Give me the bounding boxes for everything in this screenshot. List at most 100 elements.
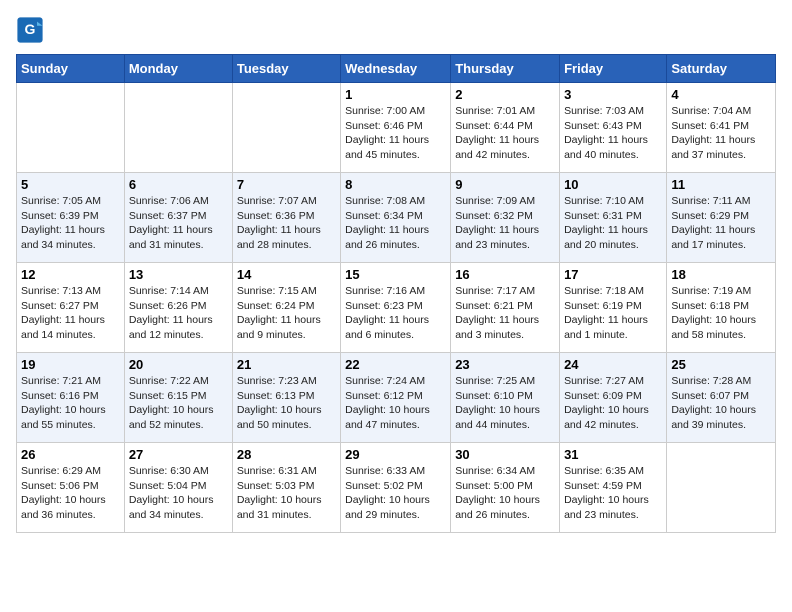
day-info: Sunrise: 7:03 AM Sunset: 6:43 PM Dayligh… xyxy=(564,104,662,163)
day-number: 30 xyxy=(455,447,555,462)
weekday-header-tuesday: Tuesday xyxy=(232,55,340,83)
week-row-2: 5Sunrise: 7:05 AM Sunset: 6:39 PM Daylig… xyxy=(17,173,776,263)
day-number: 3 xyxy=(564,87,662,102)
calendar-cell: 5Sunrise: 7:05 AM Sunset: 6:39 PM Daylig… xyxy=(17,173,125,263)
day-number: 16 xyxy=(455,267,555,282)
day-number: 13 xyxy=(129,267,228,282)
calendar-cell: 8Sunrise: 7:08 AM Sunset: 6:34 PM Daylig… xyxy=(341,173,451,263)
day-info: Sunrise: 7:17 AM Sunset: 6:21 PM Dayligh… xyxy=(455,284,555,343)
day-number: 26 xyxy=(21,447,120,462)
week-row-5: 26 Sunrise: 6:29 AM Sunset: 5:06 PM Dayli… xyxy=(17,443,776,533)
calendar-cell: 31Sunrise: 6:35 AM Sunset: 4:59 PM Dayli… xyxy=(560,443,667,533)
day-info: Sunrise: 7:18 AM Sunset: 6:19 PM Dayligh… xyxy=(564,284,662,343)
calendar-cell: 23 Sunrise: 7:25 AM Sunset: 6:10 PM Dayli… xyxy=(451,353,560,443)
calendar-cell: 18Sunrise: 7:19 AM Sunset: 6:18 PM Dayli… xyxy=(667,263,776,353)
day-number: 19 xyxy=(21,357,120,372)
day-info: Sunrise: 7:24 AM Sunset: 6:12 PM Dayligh… xyxy=(345,374,446,433)
calendar-cell: 17Sunrise: 7:18 AM Sunset: 6:19 PM Dayli… xyxy=(560,263,667,353)
day-number: 27 xyxy=(129,447,228,462)
week-row-1: 1Sunrise: 7:00 AM Sunset: 6:46 PM Daylig… xyxy=(17,83,776,173)
day-number: 24 xyxy=(564,357,662,372)
calendar-cell: 16 Sunrise: 7:17 AM Sunset: 6:21 PM Dayli… xyxy=(451,263,560,353)
weekday-header-monday: Monday xyxy=(124,55,232,83)
calendar-cell: 11 Sunrise: 7:11 AM Sunset: 6:29 PM Dayli… xyxy=(667,173,776,263)
day-info: Sunrise: 7:21 AM Sunset: 6:16 PM Dayligh… xyxy=(21,374,120,433)
weekday-header-sunday: Sunday xyxy=(17,55,125,83)
day-info: Sunrise: 6:34 AM Sunset: 5:00 PM Dayligh… xyxy=(455,464,555,523)
day-number: 28 xyxy=(237,447,336,462)
day-info: Sunrise: 7:10 AM Sunset: 6:31 PM Dayligh… xyxy=(564,194,662,253)
calendar-table: SundayMondayTuesdayWednesdayThursdayFrid… xyxy=(16,54,776,533)
calendar-cell: 27 Sunrise: 6:30 AM Sunset: 5:04 PM Dayli… xyxy=(124,443,232,533)
calendar-cell: 7 Sunrise: 7:07 AM Sunset: 6:36 PM Daylig… xyxy=(232,173,340,263)
calendar-cell: 28 Sunrise: 6:31 AM Sunset: 5:03 PM Dayli… xyxy=(232,443,340,533)
weekday-header-friday: Friday xyxy=(560,55,667,83)
calendar-cell: 29 Sunrise: 6:33 AM Sunset: 5:02 PM Dayli… xyxy=(341,443,451,533)
day-info: Sunrise: 6:33 AM Sunset: 5:02 PM Dayligh… xyxy=(345,464,446,523)
calendar-cell: 21 Sunrise: 7:23 AM Sunset: 6:13 PM Dayli… xyxy=(232,353,340,443)
calendar-cell xyxy=(124,83,232,173)
day-info: Sunrise: 6:31 AM Sunset: 5:03 PM Dayligh… xyxy=(237,464,336,523)
calendar-cell: 19 Sunrise: 7:21 AM Sunset: 6:16 PM Dayli… xyxy=(17,353,125,443)
calendar-cell: 2 Sunrise: 7:01 AM Sunset: 6:44 PM Daylig… xyxy=(451,83,560,173)
day-info: Sunrise: 7:19 AM Sunset: 6:18 PM Dayligh… xyxy=(671,284,771,343)
calendar-cell: 6 Sunrise: 7:06 AM Sunset: 6:37 PM Daylig… xyxy=(124,173,232,263)
day-number: 14 xyxy=(237,267,336,282)
day-info: Sunrise: 6:30 AM Sunset: 5:04 PM Dayligh… xyxy=(129,464,228,523)
day-info: Sunrise: 7:16 AM Sunset: 6:23 PM Dayligh… xyxy=(345,284,446,343)
day-info: Sunrise: 7:28 AM Sunset: 6:07 PM Dayligh… xyxy=(671,374,771,433)
day-number: 23 xyxy=(455,357,555,372)
logo: G xyxy=(16,16,48,44)
day-number: 31 xyxy=(564,447,662,462)
day-number: 22 xyxy=(345,357,446,372)
day-info: Sunrise: 7:15 AM Sunset: 6:24 PM Dayligh… xyxy=(237,284,336,343)
day-number: 20 xyxy=(129,357,228,372)
day-info: Sunrise: 7:22 AM Sunset: 6:15 PM Dayligh… xyxy=(129,374,228,433)
svg-text:G: G xyxy=(25,21,36,37)
calendar-cell: 3 Sunrise: 7:03 AM Sunset: 6:43 PM Daylig… xyxy=(560,83,667,173)
day-info: Sunrise: 7:23 AM Sunset: 6:13 PM Dayligh… xyxy=(237,374,336,433)
calendar-cell: 4 Sunrise: 7:04 AM Sunset: 6:41 PM Daylig… xyxy=(667,83,776,173)
day-number: 6 xyxy=(129,177,228,192)
day-number: 11 xyxy=(671,177,771,192)
day-info: Sunrise: 7:06 AM Sunset: 6:37 PM Dayligh… xyxy=(129,194,228,253)
calendar-cell: 1Sunrise: 7:00 AM Sunset: 6:46 PM Daylig… xyxy=(341,83,451,173)
day-number: 2 xyxy=(455,87,555,102)
day-info: Sunrise: 6:29 AM Sunset: 5:06 PM Dayligh… xyxy=(21,464,120,523)
calendar-cell: 15 Sunrise: 7:16 AM Sunset: 6:23 PM Dayli… xyxy=(341,263,451,353)
day-number: 29 xyxy=(345,447,446,462)
day-info: Sunrise: 7:25 AM Sunset: 6:10 PM Dayligh… xyxy=(455,374,555,433)
day-number: 10 xyxy=(564,177,662,192)
weekday-header-row: SundayMondayTuesdayWednesdayThursdayFrid… xyxy=(17,55,776,83)
page-header: G xyxy=(16,16,776,44)
calendar-cell: 22 Sunrise: 7:24 AM Sunset: 6:12 PM Dayli… xyxy=(341,353,451,443)
day-info: Sunrise: 7:09 AM Sunset: 6:32 PM Dayligh… xyxy=(455,194,555,253)
calendar-cell: 14 Sunrise: 7:15 AM Sunset: 6:24 PM Dayli… xyxy=(232,263,340,353)
day-number: 21 xyxy=(237,357,336,372)
week-row-3: 12Sunrise: 7:13 AM Sunset: 6:27 PM Dayli… xyxy=(17,263,776,353)
calendar-cell: 30 Sunrise: 6:34 AM Sunset: 5:00 PM Dayli… xyxy=(451,443,560,533)
day-number: 1 xyxy=(345,87,446,102)
day-info: Sunrise: 7:01 AM Sunset: 6:44 PM Dayligh… xyxy=(455,104,555,163)
day-number: 25 xyxy=(671,357,771,372)
logo-icon: G xyxy=(16,16,44,44)
day-number: 4 xyxy=(671,87,771,102)
day-number: 8 xyxy=(345,177,446,192)
calendar-cell xyxy=(232,83,340,173)
calendar-cell: 12Sunrise: 7:13 AM Sunset: 6:27 PM Dayli… xyxy=(17,263,125,353)
day-info: Sunrise: 7:27 AM Sunset: 6:09 PM Dayligh… xyxy=(564,374,662,433)
day-number: 9 xyxy=(455,177,555,192)
calendar-cell: 25 Sunrise: 7:28 AM Sunset: 6:07 PM Dayli… xyxy=(667,353,776,443)
day-info: Sunrise: 7:04 AM Sunset: 6:41 PM Dayligh… xyxy=(671,104,771,163)
day-number: 15 xyxy=(345,267,446,282)
calendar-cell: 26 Sunrise: 6:29 AM Sunset: 5:06 PM Dayli… xyxy=(17,443,125,533)
day-number: 7 xyxy=(237,177,336,192)
calendar-cell: 20 Sunrise: 7:22 AM Sunset: 6:15 PM Dayli… xyxy=(124,353,232,443)
day-info: Sunrise: 7:11 AM Sunset: 6:29 PM Dayligh… xyxy=(671,194,771,253)
calendar-cell: 24 Sunrise: 7:27 AM Sunset: 6:09 PM Dayli… xyxy=(560,353,667,443)
day-info: Sunrise: 7:07 AM Sunset: 6:36 PM Dayligh… xyxy=(237,194,336,253)
calendar-cell: 9 Sunrise: 7:09 AM Sunset: 6:32 PM Daylig… xyxy=(451,173,560,263)
day-info: Sunrise: 7:14 AM Sunset: 6:26 PM Dayligh… xyxy=(129,284,228,343)
day-info: Sunrise: 7:05 AM Sunset: 6:39 PM Dayligh… xyxy=(21,194,120,253)
calendar-cell: 13 Sunrise: 7:14 AM Sunset: 6:26 PM Dayli… xyxy=(124,263,232,353)
